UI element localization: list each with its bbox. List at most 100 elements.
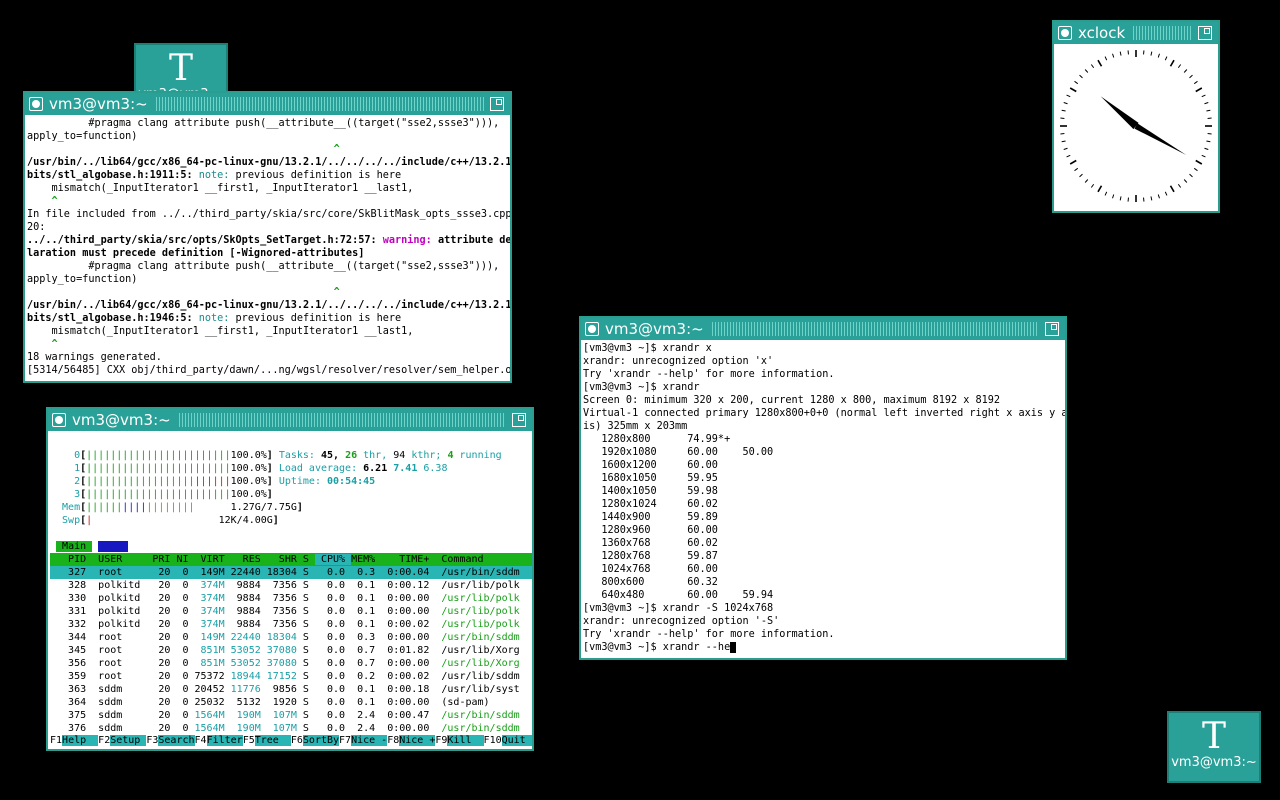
process-cell: 0.0 [314,593,352,604]
process-row[interactable]: 328 polkitd 20 0 374M 9884 7356 S 0.0 0.… [50,579,532,592]
line-message: attribute dec [437,235,510,246]
process-cell: 356 [50,658,93,669]
process-cell: 20 [146,697,177,708]
column-header[interactable]: S [303,554,315,565]
column-header[interactable]: CPU% [314,554,352,565]
process-row[interactable]: 330 polkitd 20 0 374M 9884 7356 S 0.0 0.… [50,592,532,605]
column-header[interactable]: RES [231,554,267,565]
load-label: Load average: [278,463,358,474]
process-cell: 0.1 [351,619,382,630]
process-cell: 0:00.02 [381,671,436,682]
process-cell: 0.3 [351,632,382,643]
tab-io[interactable]: I/O [98,541,129,552]
cpu-id: 0 [50,450,81,461]
process-cell: 0 [176,671,195,682]
fkey-f5-button[interactable]: Tree [254,735,291,746]
terminal-line: 20: [27,222,46,233]
fkey-f1-button[interactable]: Help [62,735,99,746]
window-menu-icon[interactable] [1058,26,1072,40]
tab-main[interactable]: Main [56,541,93,552]
fkey-f7-button[interactable]: Nice - [351,735,388,746]
column-header[interactable]: Command [435,554,519,565]
maximize-icon[interactable] [1045,322,1059,336]
process-cell: S [302,567,315,578]
process-row[interactable]: 332 polkitd 20 0 374M 9884 7356 S 0.0 0.… [50,618,532,631]
process-cell: 0:00.00 [381,593,436,604]
htop-content[interactable]: 0[||||||||||||||||||||||||100.0%] Tasks:… [50,449,532,749]
column-header[interactable]: MEM% [351,554,381,565]
cpu-bar-tail: |||||| [194,476,231,487]
column-header[interactable]: PRI [146,554,176,565]
process-row[interactable]: 356 root 20 0 851M 53052 37080 S 0.0 0.7… [50,657,532,670]
terminal-output[interactable]: #pragma clang attribute push(__attribute… [25,115,510,381]
process-cell: 20 [146,658,177,669]
process-row[interactable]: 327 root 20 0 149M 22440 18304 S 0.0 0.3… [50,566,532,579]
window-menu-icon[interactable] [585,322,599,336]
column-header[interactable]: NI [176,554,194,565]
clock-tick [1069,87,1077,93]
clock-tick [1079,74,1083,79]
process-cell: S [302,645,315,656]
fkey-f2-button[interactable]: Setup [110,735,147,746]
htop-terminal-window[interactable]: vm3@vm3:~ 0[||||||||||||||||||||||||100.… [46,407,534,751]
fkey-f3-button[interactable]: Search [158,735,195,746]
title-bar[interactable]: xclock [1054,22,1218,44]
cpu-bar: |||||||||||||||||| [86,476,195,487]
clock-tick [1189,74,1193,79]
title-bar[interactable]: vm3@vm3:~ [48,409,532,431]
terminal-line: apply_to=function) [27,274,138,285]
process-cell: root [92,632,147,643]
title-stripe [155,97,484,111]
xrandr-terminal-window[interactable]: vm3@vm3:~ [vm3@vm3 ~]$ xrandr x xrandr: u… [579,316,1067,660]
process-cell: 20 [146,619,177,630]
fkey-f8-button[interactable]: Nice + [399,735,436,746]
column-header[interactable]: VIRT [195,554,231,565]
fkey-f4-button[interactable]: Filter [206,735,243,746]
process-cell: 345 [50,645,93,656]
terminal-line: 18 warnings generated. [27,352,162,363]
window-menu-icon[interactable] [52,413,66,427]
process-row[interactable]: 344 root 20 0 149M 22440 18304 S 0.0 0.3… [50,631,532,644]
column-header[interactable]: PID [50,554,92,565]
process-cell: root [92,645,147,656]
maximize-icon[interactable] [512,413,526,427]
process-cell: 0:00.47 [381,710,436,721]
column-header[interactable]: USER [92,554,146,565]
maximize-icon[interactable] [490,97,504,111]
process-row[interactable]: 345 root 20 0 851M 53052 37080 S 0.0 0.7… [50,644,532,657]
process-cell: 20 [146,723,177,734]
prompt-text[interactable]: [vm3@vm3 ~]$ xrandr --he [583,642,730,653]
process-row[interactable]: 375 sddm 20 0 1564M 190M 107M S 0.0 2.4 … [50,709,532,722]
process-cell: 0:00.18 [381,684,436,695]
terminal-output[interactable]: [vm3@vm3 ~]$ xrandr x xrandr: unrecognize… [581,340,1065,658]
process-row[interactable]: 363 sddm 20 0 20452 11776 9856 S 0.0 0.1… [50,683,532,696]
process-cell: 2.4 [351,723,382,734]
process-row[interactable]: 359 root 20 0 75372 18944 17152 S 0.0 0.… [50,670,532,683]
command-prompt[interactable]: [vm3@vm3 ~]$ xrandr --he [583,641,1063,654]
column-header[interactable]: TIME+ [381,554,435,565]
mem-value: 1.27G/7.75G [230,502,297,513]
xclock-window[interactable]: xclock [1052,20,1220,213]
terminal-icon-bottom[interactable]: T vm3@vm3:~ [1167,711,1261,783]
process-cell: 11776 [230,684,267,695]
title-bar[interactable]: vm3@vm3:~ [25,93,510,115]
fkey-f10-button[interactable]: Quit [501,735,532,746]
maximize-icon[interactable] [1198,26,1212,40]
process-row[interactable]: 364 sddm 20 0 25032 5132 1920 S 0.0 0.1 … [50,696,532,709]
process-cell: 107M [266,723,303,734]
window-title: xclock [1078,24,1126,42]
process-row[interactable]: 331 polkitd 20 0 374M 9884 7356 S 0.0 0.… [50,605,532,618]
fkey-f6-button[interactable]: SortBy [302,735,340,746]
process-cell: 9856 [266,684,303,695]
process-cell: 0.0 [314,567,352,578]
column-header[interactable]: SHR [267,554,303,565]
window-menu-icon[interactable] [29,97,43,111]
process-cell: 107M [266,710,303,721]
fkey-f9-button[interactable]: Kill [447,735,484,746]
title-bar[interactable]: vm3@vm3:~ [581,318,1065,340]
clock-tick [1206,109,1211,112]
process-cell: 0 [176,658,195,669]
process-cell: 375 [50,710,93,721]
process-cell: 332 [50,619,93,630]
build-terminal-window[interactable]: vm3@vm3:~ #pragma clang attribute push(_… [23,91,512,383]
